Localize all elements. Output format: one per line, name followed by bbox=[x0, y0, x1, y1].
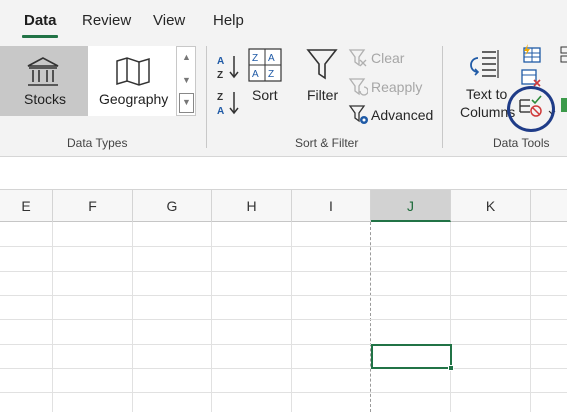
highlight-ring bbox=[507, 86, 555, 132]
gridline bbox=[0, 246, 567, 247]
reapply-icon bbox=[348, 78, 368, 96]
sort-filter-group-label: Sort & Filter bbox=[295, 136, 359, 150]
text-to-columns-icon bbox=[470, 50, 499, 78]
gridline bbox=[0, 319, 567, 320]
gallery-up-button[interactable]: ▲ bbox=[179, 47, 194, 67]
gridline bbox=[291, 222, 292, 412]
reapply-button[interactable]: Reapply bbox=[348, 77, 423, 97]
sort-label: Sort bbox=[252, 87, 278, 103]
svg-text:Z: Z bbox=[217, 92, 223, 103]
reapply-label: Reapply bbox=[371, 79, 423, 95]
map-icon bbox=[116, 57, 150, 86]
consolidate-icon bbox=[560, 46, 567, 63]
column-header-k[interactable]: K bbox=[451, 190, 531, 222]
gallery-more-button[interactable]: ▼ bbox=[179, 93, 194, 113]
column-header-l[interactable] bbox=[531, 190, 567, 222]
tab-review[interactable]: Review bbox=[82, 12, 131, 29]
filter-label: Filter bbox=[307, 87, 339, 103]
clear-filter-icon bbox=[348, 49, 367, 67]
menu-bar: Data Review View Help bbox=[0, 0, 567, 40]
column-header-e[interactable]: E bbox=[0, 190, 53, 222]
active-cell[interactable] bbox=[371, 344, 452, 369]
column-header-row: E F G H I J K bbox=[0, 189, 567, 222]
filter-button[interactable]: Filter bbox=[302, 46, 342, 108]
gridline bbox=[52, 222, 53, 412]
remove-duplicates-button[interactable] bbox=[520, 68, 542, 88]
group-separator bbox=[442, 46, 443, 148]
gridline bbox=[0, 344, 567, 345]
svg-text:A: A bbox=[217, 56, 224, 67]
gallery-scroll: ▲ ▼ ▼ bbox=[176, 46, 196, 116]
page-break-line bbox=[370, 222, 371, 412]
column-header-g[interactable]: G bbox=[133, 190, 212, 222]
gridline bbox=[132, 222, 133, 412]
data-tools-group-label: Data Tools bbox=[493, 136, 550, 150]
clear-label: Clear bbox=[371, 50, 405, 66]
stocks-label: Stocks bbox=[24, 91, 67, 107]
stocks-button[interactable]: Stocks bbox=[0, 46, 88, 116]
sort-za-icon: Z A bbox=[217, 92, 239, 117]
svg-text:A: A bbox=[217, 106, 224, 117]
bank-icon bbox=[27, 57, 59, 86]
text-to-columns-button[interactable]: Text to Columns bbox=[458, 46, 515, 124]
sort-button[interactable]: Z A A Z Sort bbox=[246, 46, 286, 108]
geography-button[interactable]: Geography bbox=[88, 46, 176, 116]
formula-bar-area bbox=[0, 157, 567, 189]
tab-help[interactable]: Help bbox=[213, 12, 244, 29]
gridline bbox=[530, 222, 531, 412]
geography-label: Geography bbox=[99, 91, 169, 107]
relationships-button[interactable] bbox=[560, 96, 567, 116]
svg-text:A: A bbox=[268, 53, 275, 64]
data-types-group-label: Data Types bbox=[67, 136, 128, 150]
advanced-button[interactable]: Advanced bbox=[348, 104, 434, 126]
filter-funnel-icon bbox=[306, 49, 338, 80]
clear-button[interactable]: Clear bbox=[348, 48, 408, 68]
gallery-down-button[interactable]: ▼ bbox=[179, 70, 194, 90]
advanced-label: Advanced bbox=[371, 107, 434, 123]
gridline bbox=[450, 222, 451, 412]
gridline bbox=[0, 271, 567, 272]
flash-fill-icon bbox=[523, 44, 541, 63]
group-separator bbox=[206, 46, 207, 148]
column-header-j[interactable]: J bbox=[371, 190, 451, 222]
sort-a-to-z-button[interactable]: A Z bbox=[216, 52, 242, 82]
active-tab-indicator bbox=[22, 35, 58, 38]
column-header-f[interactable]: F bbox=[53, 190, 133, 222]
sort-dialog-icon: Z A A Z bbox=[248, 48, 282, 82]
text-to-columns-label-1: Text to bbox=[466, 86, 508, 102]
gridline bbox=[0, 368, 567, 369]
column-header-i[interactable]: I bbox=[292, 190, 371, 222]
gridline bbox=[0, 295, 567, 296]
fill-handle[interactable] bbox=[448, 365, 454, 371]
svg-text:Z: Z bbox=[217, 70, 223, 81]
svg-text:A: A bbox=[252, 69, 259, 80]
worksheet-grid[interactable] bbox=[0, 222, 567, 412]
consolidate-button[interactable] bbox=[560, 44, 567, 64]
gridline bbox=[0, 392, 567, 393]
sort-az-icon: A Z bbox=[217, 56, 239, 81]
flash-fill-button[interactable] bbox=[520, 44, 542, 64]
gridline bbox=[211, 222, 212, 412]
tab-data[interactable]: Data bbox=[24, 12, 57, 29]
relationships-icon bbox=[561, 98, 567, 112]
sort-z-to-a-button[interactable]: Z A bbox=[216, 88, 242, 118]
tab-view[interactable]: View bbox=[153, 12, 185, 29]
advanced-filter-icon bbox=[348, 105, 368, 124]
remove-duplicates-icon bbox=[521, 69, 541, 87]
svg-text:Z: Z bbox=[268, 69, 274, 80]
column-header-h[interactable]: H bbox=[212, 190, 292, 222]
svg-text:Z: Z bbox=[252, 53, 258, 64]
